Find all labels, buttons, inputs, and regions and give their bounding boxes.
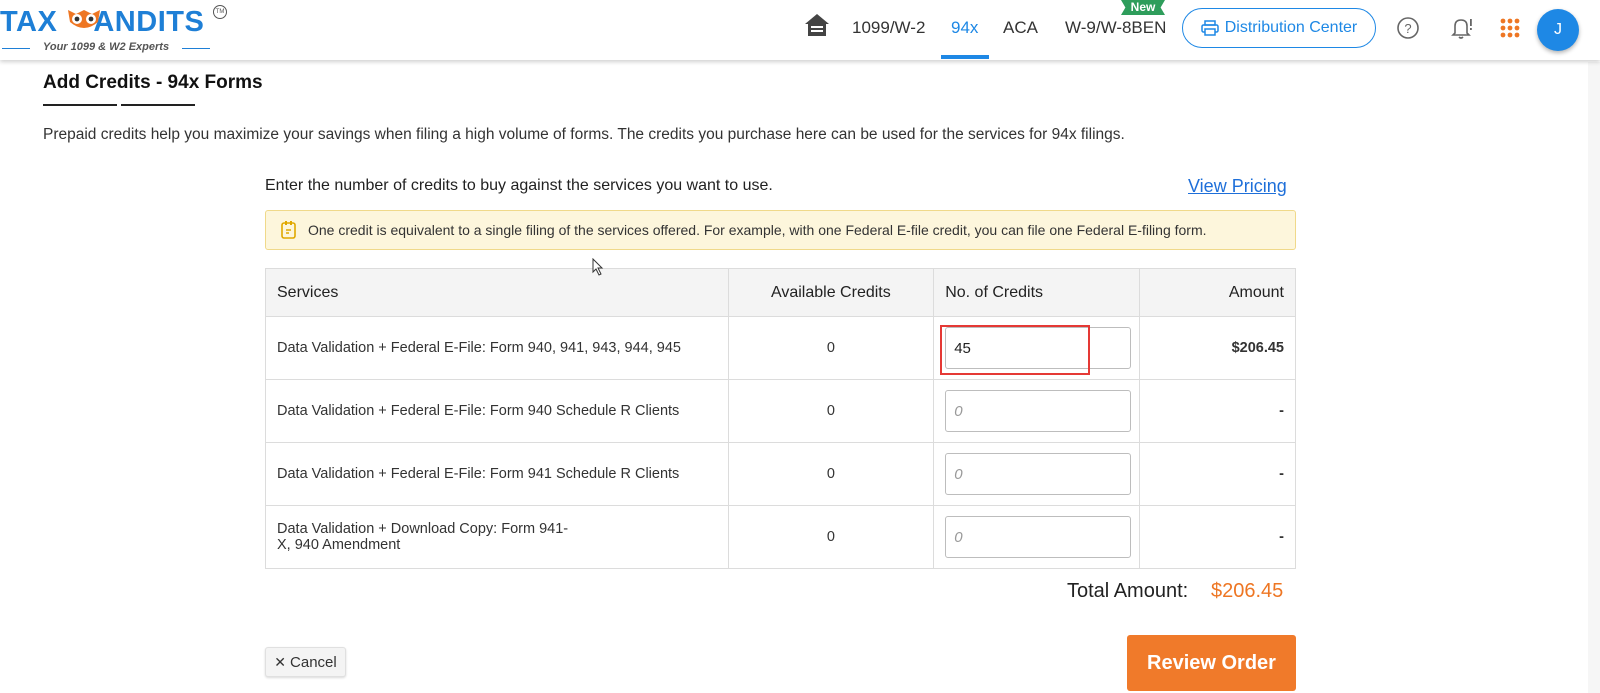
- notification-bell-icon[interactable]: [1449, 15, 1475, 41]
- credits-cell: [933, 442, 1141, 506]
- distribution-center-button[interactable]: Distribution Center: [1182, 8, 1376, 48]
- amount-value: -: [1139, 379, 1296, 443]
- new-badge: New: [1121, 0, 1165, 15]
- review-order-button[interactable]: Review Order: [1127, 635, 1296, 691]
- top-header: TAX ANDITS TM Your 1099 & W2 Experts 1099…: [0, 0, 1600, 60]
- service-name: Data Validation + Federal E-File: Form 9…: [265, 379, 729, 443]
- owl-logo-icon: [68, 10, 100, 28]
- trademark-symbol: TM: [213, 5, 227, 19]
- credits-cell: [933, 379, 1141, 443]
- cancel-button[interactable]: ✕ Cancel: [265, 647, 346, 677]
- credits-cell: [933, 505, 1141, 569]
- apps-grid-icon[interactable]: [1497, 15, 1523, 41]
- distribution-center-label: Distribution Center: [1224, 19, 1358, 36]
- table-row: Data Validation + Federal E-File: Form 9…: [265, 442, 1296, 506]
- info-text: One credit is equivalent to a single fil…: [308, 222, 1207, 238]
- service-name: Data Validation + Download Copy: Form 94…: [265, 505, 729, 569]
- credits-table: Services Available Credits No. of Credit…: [265, 268, 1296, 569]
- printer-icon: [1201, 20, 1219, 36]
- header-no-of-credits: No. of Credits: [933, 268, 1141, 317]
- amount-value: $206.45: [1139, 316, 1296, 380]
- user-avatar[interactable]: J: [1537, 9, 1579, 51]
- title-underline-left: [43, 104, 117, 106]
- view-pricing-link[interactable]: View Pricing: [1188, 176, 1287, 197]
- page-scrollbar[interactable]: [1588, 62, 1600, 693]
- close-icon: ✕: [274, 653, 287, 670]
- mouse-cursor-icon: [592, 258, 604, 276]
- total-amount-label: Total Amount:: [1067, 580, 1189, 602]
- available-credits: 0: [727, 505, 935, 569]
- table-header-row: Services Available Credits No. of Credit…: [265, 268, 1296, 317]
- header-available-credits: Available Credits: [727, 268, 935, 317]
- active-tab-indicator: [941, 55, 989, 59]
- available-credits: 0: [727, 316, 935, 380]
- amount-value: -: [1139, 505, 1296, 569]
- intro-text: Prepaid credits help you maximize your s…: [43, 126, 1125, 143]
- instruction-text: Enter the number of credits to buy again…: [265, 177, 773, 194]
- help-icon[interactable]: ?: [1395, 15, 1421, 41]
- taxbandits-logo[interactable]: TAX ANDITS TM Your 1099 & W2 Experts: [0, 2, 232, 56]
- logo-tagline: Your 1099 & W2 Experts: [0, 41, 212, 53]
- highlight-box: [940, 325, 1090, 375]
- table-row: Data Validation + Download Copy: Form 94…: [265, 505, 1296, 569]
- service-name: Data Validation + Federal E-File: Form 9…: [265, 316, 729, 380]
- home-icon[interactable]: [803, 12, 831, 38]
- header-services: Services: [265, 268, 729, 317]
- available-credits: 0: [727, 379, 935, 443]
- page-title: Add Credits - 94x Forms: [43, 72, 263, 93]
- svg-text:?: ?: [1404, 21, 1411, 36]
- credits-input[interactable]: [945, 516, 1132, 558]
- header-amount: Amount: [1139, 268, 1296, 317]
- table-row: Data Validation + Federal E-File: Form 9…: [265, 316, 1296, 380]
- service-name: Data Validation + Federal E-File: Form 9…: [265, 442, 729, 506]
- notepad-icon: [281, 221, 296, 239]
- nav-1099-w2[interactable]: 1099/W-2: [852, 18, 925, 38]
- available-credits: 0: [727, 442, 935, 506]
- credits-input[interactable]: [945, 390, 1132, 432]
- title-underline-right: [121, 104, 195, 106]
- nav-aca[interactable]: ACA: [1003, 18, 1038, 38]
- logo-wordmark: TAX ANDITS: [0, 6, 205, 38]
- amount-value: -: [1139, 442, 1296, 506]
- nav-94x[interactable]: 94x: [951, 18, 978, 38]
- credits-input[interactable]: [945, 453, 1132, 495]
- info-notice: One credit is equivalent to a single fil…: [265, 210, 1296, 250]
- nav-w9-w8ben[interactable]: W-9/W-8BEN: [1065, 18, 1166, 38]
- table-row: Data Validation + Federal E-File: Form 9…: [265, 379, 1296, 443]
- total-amount-value: $206.45: [1211, 580, 1284, 602]
- cancel-label: Cancel: [290, 653, 337, 671]
